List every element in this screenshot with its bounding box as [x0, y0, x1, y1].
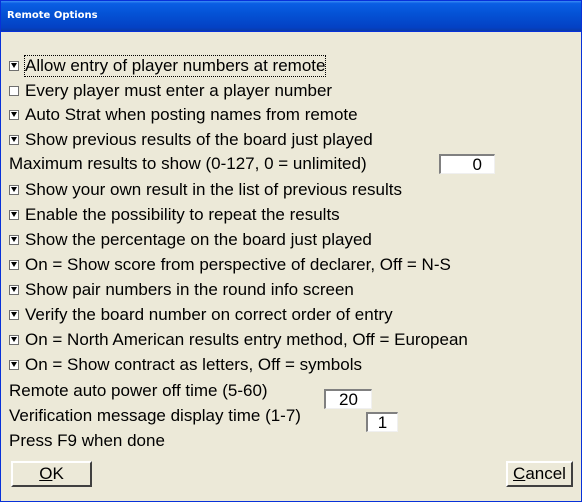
option-entry-method[interactable]: On = North American results entry method… — [9, 328, 468, 352]
option-label: Enable the possibility to repeat the res… — [25, 205, 340, 224]
title-bar[interactable]: Remote Options — [1, 1, 581, 32]
option-label: Auto Strat when posting names from remot… — [25, 105, 358, 124]
option-show-previous-results[interactable]: Show previous results of the board just … — [9, 128, 373, 152]
option-label: Every player must enter a player number — [25, 81, 333, 100]
checkbox[interactable] — [9, 185, 19, 195]
cancel-label-rest: ancel — [525, 464, 566, 483]
verification-label: Verification message display time (1-7) — [9, 406, 301, 425]
max-results-input[interactable]: 0 — [439, 154, 495, 174]
option-label: On = Show score from perspective of decl… — [25, 255, 451, 274]
cancel-mnemonic: C — [513, 464, 526, 483]
remote-options-dialog: Remote Options Allow entry of player num… — [0, 0, 582, 502]
checkbox[interactable] — [9, 86, 19, 96]
checkbox[interactable] — [9, 335, 19, 345]
option-label: Show previous results of the board just … — [25, 130, 373, 149]
max-results-value: 0 — [472, 154, 482, 174]
option-label: On = North American results entry method… — [25, 330, 468, 349]
checkbox[interactable] — [9, 210, 19, 220]
checkbox[interactable] — [9, 110, 19, 120]
dialog-content: Allow entry of player numbers at remote … — [1, 32, 581, 501]
ok-mnemonic: O — [39, 464, 53, 483]
option-auto-strat[interactable]: Auto Strat when posting names from remot… — [9, 103, 358, 127]
checkbox[interactable] — [9, 310, 19, 320]
option-label: Verify the board number on correct order… — [25, 305, 393, 324]
option-repeat-results[interactable]: Enable the possibility to repeat the res… — [9, 203, 340, 227]
window-title: Remote Options — [7, 10, 98, 21]
power-off-input[interactable]: 20 — [324, 389, 372, 409]
ok-button[interactable]: OK — [11, 461, 92, 487]
option-verify-board-number[interactable]: Verify the board number on correct order… — [9, 303, 393, 327]
option-show-own-result[interactable]: Show your own result in the list of prev… — [9, 178, 402, 202]
cancel-button[interactable]: Cancel — [506, 461, 573, 487]
option-show-percentage[interactable]: Show the percentage on the board just pl… — [9, 228, 372, 252]
option-score-perspective[interactable]: On = Show score from perspective of decl… — [9, 253, 451, 277]
option-label: On = Show contract as letters, Off = sym… — [25, 355, 362, 374]
checkbox[interactable] — [9, 61, 19, 71]
option-label: Show pair numbers in the round info scre… — [25, 280, 354, 299]
option-label: Show your own result in the list of prev… — [25, 180, 403, 199]
hint-label: Press F9 when done — [9, 431, 165, 450]
verification-value: 1 — [377, 412, 388, 432]
power-off-value: 20 — [339, 389, 358, 409]
hint-text: Press F9 when done — [9, 429, 165, 453]
option-label: Allow entry of player numbers at remote — [23, 55, 327, 77]
option-allow-player-numbers[interactable]: Allow entry of player numbers at remote — [9, 54, 327, 78]
checkbox[interactable] — [9, 135, 19, 145]
option-show-pair-numbers[interactable]: Show pair numbers in the round info scre… — [9, 278, 354, 302]
option-label: Show the percentage on the board just pl… — [25, 230, 372, 249]
power-off-label: Remote auto power off time (5-60) — [9, 381, 268, 400]
checkbox[interactable] — [9, 360, 19, 370]
ok-label-rest: K — [52, 464, 64, 483]
max-results-label: Maximum results to show (0-127, 0 = unli… — [9, 154, 367, 173]
max-results-row: Maximum results to show (0-127, 0 = unli… — [9, 152, 367, 176]
power-off-row: Remote auto power off time (5-60) — [9, 379, 268, 403]
verification-input[interactable]: 1 — [366, 412, 398, 432]
checkbox[interactable] — [9, 260, 19, 270]
checkbox[interactable] — [9, 285, 19, 295]
option-contract-letters[interactable]: On = Show contract as letters, Off = sym… — [9, 353, 362, 377]
option-every-player-number[interactable]: Every player must enter a player number — [9, 79, 332, 103]
verification-row: Verification message display time (1-7) — [9, 404, 301, 428]
checkbox[interactable] — [9, 235, 19, 245]
